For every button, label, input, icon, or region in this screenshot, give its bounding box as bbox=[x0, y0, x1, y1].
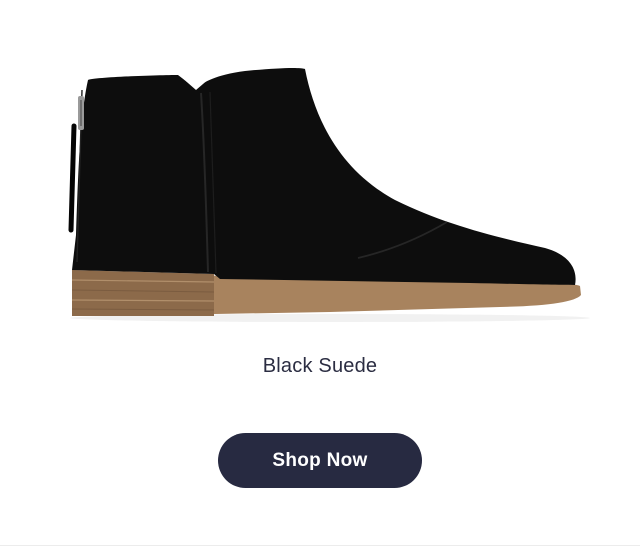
shop-now-button[interactable]: Shop Now bbox=[218, 433, 422, 488]
divider bbox=[0, 545, 640, 546]
product-name[interactable]: Black Suede bbox=[0, 352, 640, 380]
product-card: Black Suede Shop Now bbox=[0, 0, 640, 548]
ankle-boot-icon bbox=[68, 67, 590, 322]
product-image[interactable] bbox=[0, 0, 640, 340]
